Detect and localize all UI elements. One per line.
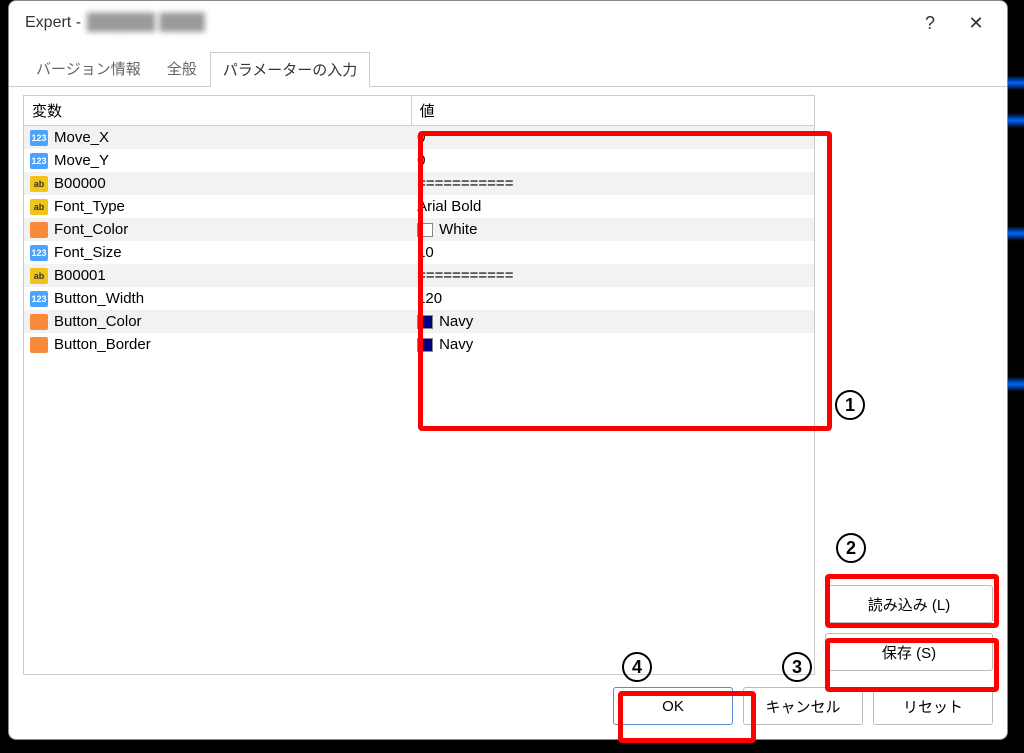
column-header-value[interactable]: 値 (411, 96, 814, 126)
titlebar: Expert - ██████ ████ ? ✕ (9, 1, 1007, 45)
param-name-cell[interactable]: 123 Move_X (24, 126, 411, 150)
param-name-label: Font_Type (54, 198, 125, 215)
color-type-icon (30, 314, 48, 330)
param-value-label: Arial Bold (417, 198, 481, 215)
param-name-label: Button_Color (54, 313, 142, 330)
expert-dialog: Expert - ██████ ████ ? ✕ バージョン情報 全般 パラメー… (8, 0, 1008, 740)
window-title-name: ██████ ████ (87, 14, 205, 32)
bottom-bar: OK キャンセル リセット (9, 687, 1007, 739)
param-name-label: Move_X (54, 129, 109, 146)
param-value-label: =========== (417, 175, 513, 192)
reset-button[interactable]: リセット (873, 687, 993, 725)
tab-general[interactable]: 全般 (154, 51, 210, 86)
parameter-table-wrap: 変数 値 123 Move_X 0 123 Move_Y 0 ab B00000 =======… (23, 95, 815, 675)
string-type-icon: ab (30, 199, 48, 215)
param-name-label: B00000 (54, 175, 106, 192)
table-row[interactable]: 123 Font_Size 10 (24, 241, 814, 264)
param-value-cell[interactable]: Navy (411, 333, 814, 356)
param-name-cell[interactable]: Button_Color (24, 310, 411, 333)
param-value-cell[interactable]: 120 (411, 287, 814, 310)
table-row[interactable]: 123 Move_Y 0 (24, 149, 814, 172)
param-value-label: Navy (439, 313, 473, 330)
number-type-icon: 123 (30, 153, 48, 169)
number-type-icon: 123 (30, 291, 48, 307)
content-area: 変数 値 123 Move_X 0 123 Move_Y 0 ab B00000 =======… (9, 87, 1007, 687)
param-name-label: Font_Color (54, 221, 128, 238)
table-row[interactable]: Button_Color Navy (24, 310, 814, 333)
param-name-cell[interactable]: Font_Color (24, 218, 411, 241)
side-buttons: 読み込み (L) 保存 (S) (825, 95, 993, 675)
cancel-button[interactable]: キャンセル (743, 687, 863, 725)
close-button[interactable]: ✕ (953, 3, 999, 43)
param-value-label: 120 (417, 290, 442, 307)
table-row[interactable]: ab B00000 =========== (24, 172, 814, 195)
param-name-label: Move_Y (54, 152, 109, 169)
param-name-cell[interactable]: ab B00000 (24, 172, 411, 195)
load-button[interactable]: 読み込み (L) (825, 585, 993, 623)
table-row[interactable]: 123 Move_X 0 (24, 126, 814, 150)
ok-button[interactable]: OK (613, 687, 733, 725)
table-row[interactable]: Font_Color White (24, 218, 814, 241)
param-value-label: 0 (417, 152, 425, 169)
param-value-label: 0 (417, 129, 425, 146)
color-swatch-icon (417, 315, 433, 329)
param-name-cell[interactable]: Button_Border (24, 333, 411, 356)
param-name-cell[interactable]: 123 Button_Width (24, 287, 411, 310)
param-name-cell[interactable]: 123 Font_Size (24, 241, 411, 264)
param-value-cell[interactable]: 10 (411, 241, 814, 264)
param-name-label: Button_Border (54, 336, 151, 353)
param-value-cell[interactable]: =========== (411, 172, 814, 195)
table-row[interactable]: ab B00001 =========== (24, 264, 814, 287)
help-button[interactable]: ? (907, 3, 953, 43)
param-value-label: =========== (417, 267, 513, 284)
column-header-variable[interactable]: 変数 (24, 96, 411, 126)
table-row[interactable]: 123 Button_Width 120 (24, 287, 814, 310)
param-name-cell[interactable]: ab Font_Type (24, 195, 411, 218)
param-name-cell[interactable]: ab B00001 (24, 264, 411, 287)
param-value-cell[interactable]: =========== (411, 264, 814, 287)
param-value-cell[interactable]: 0 (411, 149, 814, 172)
string-type-icon: ab (30, 268, 48, 284)
param-value-cell[interactable]: Navy (411, 310, 814, 333)
window-title-prefix: Expert - (25, 14, 81, 32)
color-type-icon (30, 337, 48, 353)
param-value-label: Navy (439, 336, 473, 353)
table-row[interactable]: Button_Border Navy (24, 333, 814, 356)
save-button[interactable]: 保存 (S) (825, 633, 993, 671)
param-value-cell[interactable]: White (411, 218, 814, 241)
parameter-table: 変数 値 123 Move_X 0 123 Move_Y 0 ab B00000 =======… (24, 96, 814, 356)
param-name-label: Button_Width (54, 290, 144, 307)
number-type-icon: 123 (30, 130, 48, 146)
color-type-icon (30, 222, 48, 238)
param-value-label: White (439, 221, 477, 238)
param-value-cell[interactable]: 0 (411, 126, 814, 150)
color-swatch-icon (417, 223, 433, 237)
close-icon: ✕ (968, 13, 983, 34)
tabbar: バージョン情報 全般 パラメーターの入力 (9, 45, 1007, 87)
param-value-label: 10 (417, 244, 434, 261)
tab-parameters[interactable]: パラメーターの入力 (210, 52, 371, 87)
number-type-icon: 123 (30, 245, 48, 261)
param-value-cell[interactable]: Arial Bold (411, 195, 814, 218)
param-name-label: B00001 (54, 267, 106, 284)
color-swatch-icon (417, 338, 433, 352)
string-type-icon: ab (30, 176, 48, 192)
param-name-label: Font_Size (54, 244, 122, 261)
table-row[interactable]: ab Font_Type Arial Bold (24, 195, 814, 218)
param-name-cell[interactable]: 123 Move_Y (24, 149, 411, 172)
tab-version-info[interactable]: バージョン情報 (23, 51, 154, 86)
